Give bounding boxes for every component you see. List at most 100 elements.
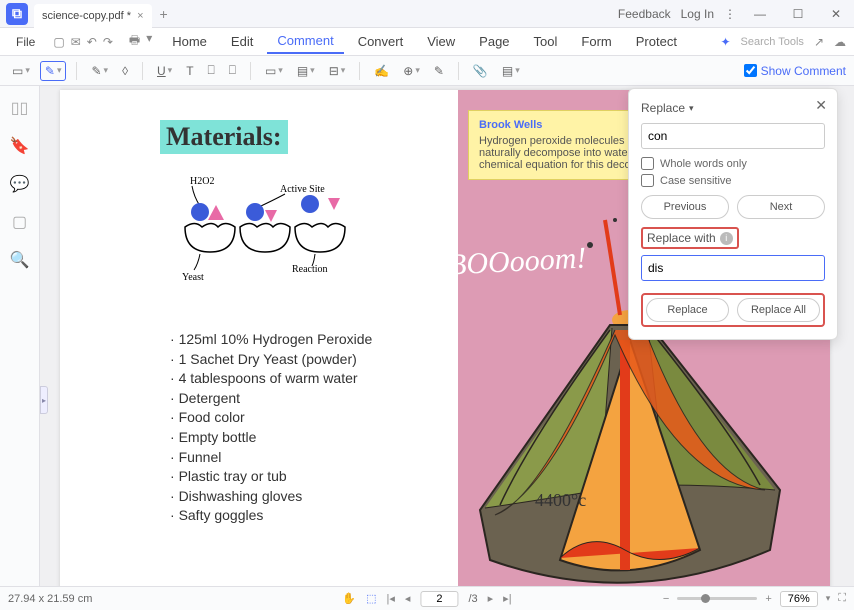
- menu-comment[interactable]: Comment: [267, 29, 343, 54]
- bookmark-icon[interactable]: 🔖: [10, 136, 30, 156]
- measure-tool[interactable]: ⊟▾: [325, 62, 350, 80]
- stamp2-tool[interactable]: ⊕▾: [399, 62, 424, 80]
- list-item: Food color: [170, 408, 372, 428]
- replace-all-button[interactable]: Replace All: [737, 298, 820, 322]
- print-dropdown-icon[interactable]: ▾: [146, 31, 152, 52]
- menu-convert[interactable]: Convert: [348, 30, 414, 53]
- case-sensitive-label: Case sensitive: [660, 175, 732, 187]
- eraser-tool[interactable]: ◊: [118, 62, 132, 80]
- zoom-slider[interactable]: [677, 597, 757, 600]
- page-total: /3: [468, 593, 477, 605]
- signature-tool[interactable]: ✍: [370, 62, 393, 80]
- maximize-button[interactable]: ☐: [784, 0, 812, 28]
- zoom-out-icon[interactable]: −: [663, 593, 669, 605]
- list-item: Safty goggles: [170, 506, 372, 526]
- titlebar: ⧉ science-copy.pdf * × + Feedback Log In…: [0, 0, 854, 28]
- feedback-link[interactable]: Feedback: [618, 7, 671, 21]
- cloud-icon[interactable]: ☁: [834, 35, 846, 49]
- attachment-panel-icon[interactable]: ▢: [12, 212, 27, 232]
- materials-heading: Materials:: [160, 120, 288, 154]
- menu-home[interactable]: Home: [162, 30, 217, 53]
- select-tool-icon[interactable]: ⬚: [366, 592, 376, 605]
- new-tab-button[interactable]: +: [160, 6, 168, 22]
- underline-tool[interactable]: U▾: [153, 62, 176, 80]
- materials-list: 125ml 10% Hydrogen Peroxide 1 Sachet Dry…: [170, 330, 372, 526]
- case-sensitive-checkbox[interactable]: [641, 174, 654, 187]
- callout-tool[interactable]: ⎕: [225, 61, 240, 80]
- mail-icon[interactable]: ✉: [71, 35, 81, 49]
- show-comment-checkbox[interactable]: [744, 64, 757, 77]
- print-icon[interactable]: 🖶: [129, 31, 140, 52]
- zoom-dropdown-icon[interactable]: ▾: [826, 593, 831, 604]
- info-icon[interactable]: i: [720, 232, 733, 245]
- undo-icon[interactable]: ↶: [87, 35, 97, 49]
- label-active-site: Active Site: [280, 184, 325, 195]
- close-tab-icon[interactable]: ×: [137, 10, 143, 22]
- list-item: 4 tablespoons of warm water: [170, 369, 372, 389]
- zoom-in-icon[interactable]: +: [765, 593, 771, 605]
- pencil-tool[interactable]: ✎▾: [87, 62, 112, 80]
- first-page-icon[interactable]: |◂: [387, 592, 395, 605]
- list-item: 1 Sachet Dry Yeast (powder): [170, 350, 372, 370]
- thumbnails-icon[interactable]: ▯▯: [11, 98, 29, 118]
- document-tab[interactable]: science-copy.pdf * ×: [34, 4, 152, 28]
- menu-form[interactable]: Form: [571, 30, 621, 53]
- menu-page[interactable]: Page: [469, 30, 519, 53]
- fit-page-icon[interactable]: ⛶: [838, 592, 846, 605]
- show-comment-toggle[interactable]: Show Comment: [744, 64, 846, 78]
- whole-words-label: Whole words only: [660, 158, 747, 170]
- statusbar: 27.94 x 21.59 cm ✋ ⬚ |◂ ◂ /3 ▸ ▸| − + ▾ …: [0, 586, 854, 610]
- clip-tool[interactable]: ✎: [430, 62, 448, 80]
- prev-page-icon[interactable]: ◂: [405, 592, 411, 605]
- stamp-tool[interactable]: ▤▾: [293, 62, 319, 80]
- shape-tool[interactable]: ▭▾: [261, 62, 287, 80]
- replace-with-input[interactable]: [641, 255, 825, 281]
- replace-with-label-row: Replace with i: [641, 227, 739, 249]
- login-link[interactable]: Log In: [681, 7, 714, 21]
- replace-with-label: Replace with: [647, 231, 716, 245]
- find-input[interactable]: [641, 123, 825, 149]
- save-icon[interactable]: ▢: [53, 35, 64, 49]
- redo-icon[interactable]: ↷: [103, 35, 113, 49]
- attachment-tool[interactable]: 📎: [469, 62, 492, 80]
- search-tools-input[interactable]: Search Tools: [741, 36, 804, 48]
- menu-protect[interactable]: Protect: [626, 30, 687, 53]
- label-yeast: Yeast: [182, 272, 204, 282]
- kebab-icon[interactable]: ⋮: [724, 7, 736, 21]
- hand-tool-icon[interactable]: ✋: [342, 592, 356, 605]
- chevron-down-icon: ▾: [689, 103, 694, 114]
- whole-words-checkbox[interactable]: [641, 157, 654, 170]
- list-item: Dishwashing gloves: [170, 487, 372, 507]
- close-window-button[interactable]: ✕: [822, 0, 850, 28]
- file-menu[interactable]: File: [8, 33, 43, 51]
- previous-button[interactable]: Previous: [641, 195, 729, 219]
- rail-toggle[interactable]: ▸: [40, 386, 48, 414]
- last-page-icon[interactable]: ▸|: [503, 592, 511, 605]
- highlight-tool[interactable]: ✎▾: [40, 61, 67, 81]
- replace-button[interactable]: Replace: [646, 298, 729, 322]
- note-tool[interactable]: ▭▾: [8, 62, 34, 80]
- show-comment-label: Show Comment: [761, 64, 846, 78]
- replace-mode-dropdown[interactable]: Replace ▾: [641, 101, 825, 115]
- zoom-input[interactable]: [780, 591, 818, 607]
- wand-icon[interactable]: ✦: [720, 35, 730, 49]
- list-item: Plastic tray or tub: [170, 467, 372, 487]
- menu-edit[interactable]: Edit: [221, 30, 263, 53]
- search-panel-icon[interactable]: 🔍: [10, 250, 30, 270]
- panel-tool[interactable]: ▤▾: [498, 62, 524, 80]
- comment-toolbar: ▭▾ ✎▾ ✎▾ ◊ U▾ T ⎕ ⎕ ▭▾ ▤▾ ⊟▾ ✍ ⊕▾ ✎ 📎 ▤▾…: [0, 56, 854, 86]
- menu-tool[interactable]: Tool: [524, 30, 568, 53]
- textbox-tool[interactable]: ⎕: [204, 61, 219, 80]
- label-reaction: Reaction: [292, 264, 328, 275]
- page-number-input[interactable]: [420, 591, 458, 607]
- tab-filename: science-copy.pdf *: [42, 10, 131, 22]
- share-icon[interactable]: ↗: [814, 35, 824, 49]
- minimize-button[interactable]: —: [746, 0, 774, 28]
- text-tool[interactable]: T: [182, 62, 197, 80]
- next-button[interactable]: Next: [737, 195, 825, 219]
- next-page-icon[interactable]: ▸: [488, 592, 494, 605]
- comment-panel-icon[interactable]: 💬: [10, 174, 30, 194]
- close-panel-icon[interactable]: ✕: [815, 97, 827, 114]
- list-item: 125ml 10% Hydrogen Peroxide: [170, 330, 372, 350]
- menu-view[interactable]: View: [417, 30, 465, 53]
